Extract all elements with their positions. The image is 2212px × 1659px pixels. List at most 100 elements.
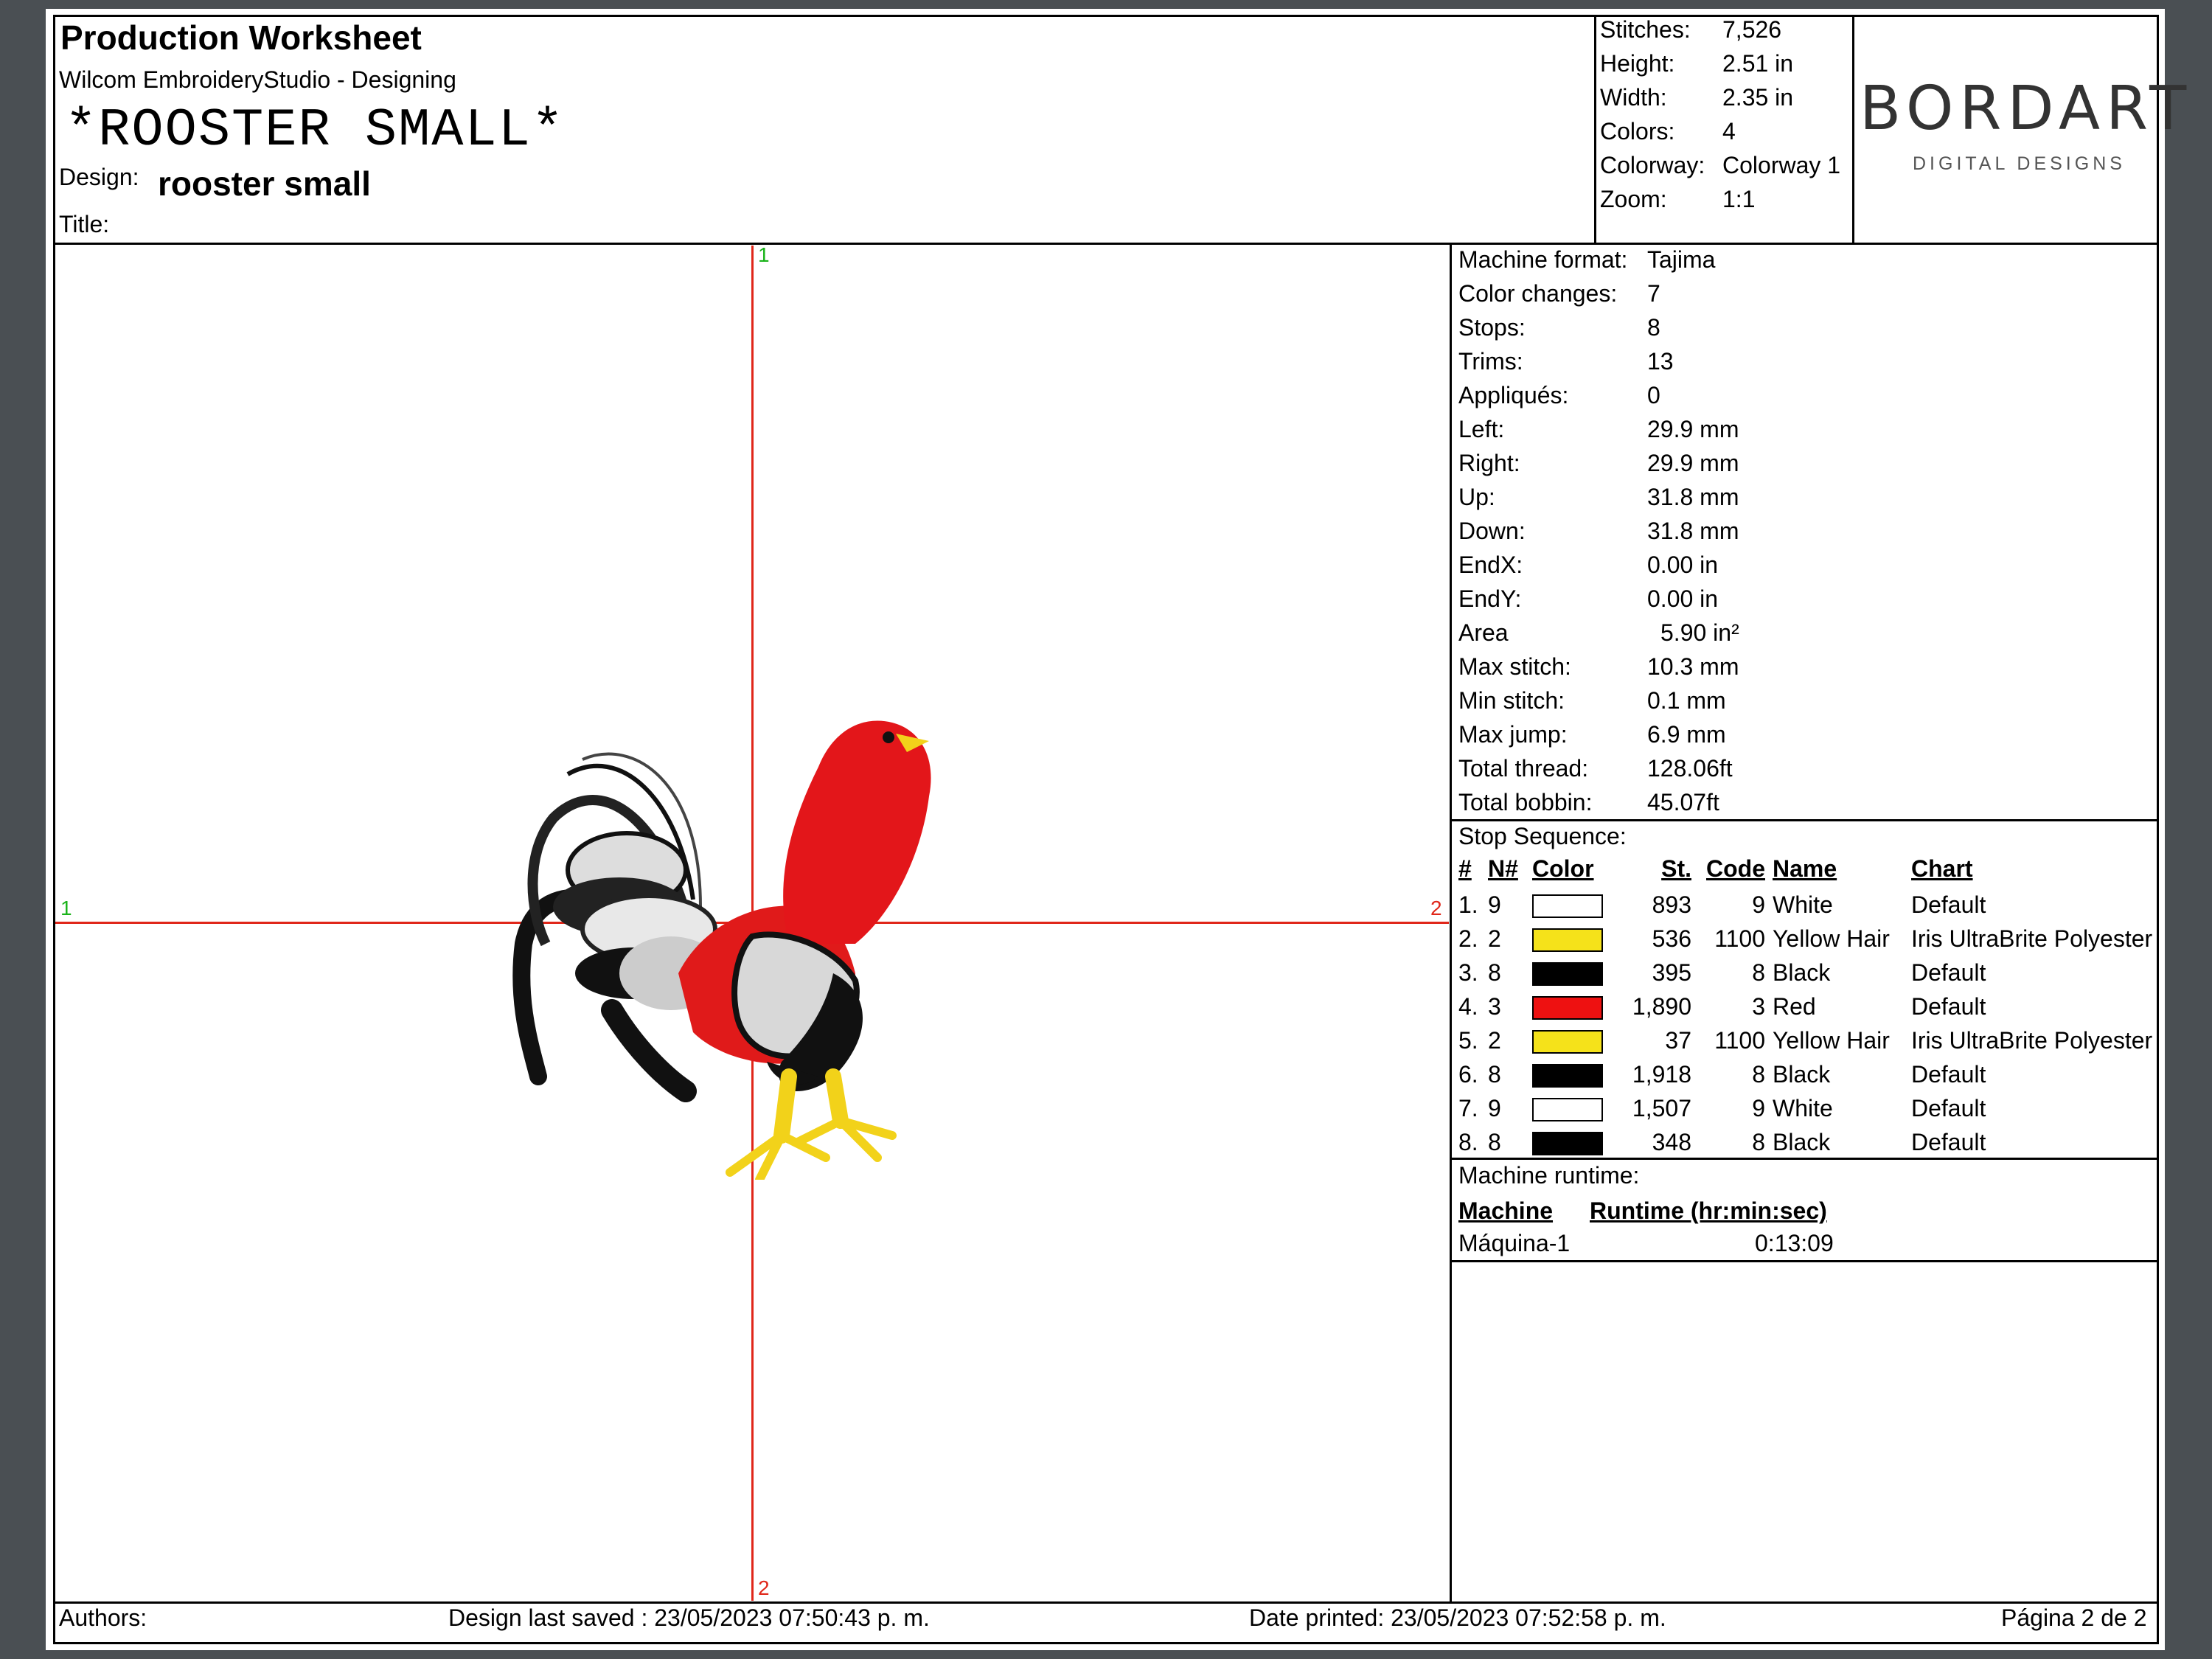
row-code: 1100 bbox=[1714, 1026, 1765, 1054]
row-chart: Default bbox=[1911, 1094, 1986, 1121]
row-needle: 3 bbox=[1488, 992, 1501, 1020]
row-needle: 8 bbox=[1488, 1060, 1501, 1088]
stop-sequence-title: Stop Sequence: bbox=[1458, 823, 1627, 849]
machine-info-value: 29.9 mm bbox=[1647, 416, 1739, 442]
summary-label: Zoom: bbox=[1600, 186, 1667, 212]
row-needle: 9 bbox=[1488, 1094, 1501, 1121]
machine-info-value: 0.00 in bbox=[1647, 585, 1719, 612]
machine-info-value: 5.90 in² bbox=[1660, 619, 1739, 646]
rooster-embroidery-image bbox=[512, 720, 931, 1180]
machine-info-value: 8 bbox=[1647, 314, 1660, 341]
machine-info-value: 29.9 mm bbox=[1647, 450, 1739, 476]
summary-label: Width: bbox=[1600, 84, 1667, 111]
header-divider bbox=[53, 243, 2159, 245]
row-chart: Default bbox=[1911, 959, 1986, 986]
row-chart: Iris UltraBrite Polyester bbox=[1911, 1026, 2153, 1054]
row-index: 5. bbox=[1458, 1026, 1478, 1054]
stop-sequence-table: # N# Color St. Code Name Chart 1. 9 893 9 Wh… bbox=[1458, 854, 2152, 1159]
row-thread-name: Red bbox=[1773, 992, 1816, 1020]
row-thread-name: Yellow Hair bbox=[1773, 1026, 1890, 1054]
row-chart: Default bbox=[1911, 1060, 1986, 1088]
machine-info-label: Area bbox=[1458, 619, 1509, 646]
row-chart: Default bbox=[1911, 1128, 1986, 1155]
machine-info-value: Tajima bbox=[1647, 246, 1716, 273]
panel-divider bbox=[1450, 243, 1452, 1603]
row-code: 9 bbox=[1752, 891, 1765, 918]
design-name: rooster small bbox=[158, 164, 371, 203]
machine-info-label: Up: bbox=[1458, 484, 1495, 510]
design-banner: *ROOSTER SMALL* bbox=[65, 100, 566, 161]
row-stitches: 1,918 bbox=[1632, 1060, 1691, 1088]
design-label: Design: bbox=[59, 164, 139, 190]
col-stitches: St. bbox=[1661, 855, 1691, 882]
color-swatch bbox=[1532, 928, 1603, 953]
machine-info-value: 0.00 in bbox=[1647, 552, 1719, 578]
machine-info-label: Trims: bbox=[1458, 348, 1523, 375]
machine-info-value: 128.06ft bbox=[1647, 755, 1733, 782]
stop-sequence-row: 3. 8 395 8 Black Default bbox=[1458, 956, 2152, 990]
machine-info-label: Max stitch: bbox=[1458, 653, 1571, 680]
col-chart: Chart bbox=[1911, 855, 1973, 882]
summary-label: Stitches: bbox=[1600, 16, 1691, 43]
stop-sequence-row: 2. 2 536 1100 Yellow Hair Iris UltraBrite Pol… bbox=[1458, 922, 2152, 956]
runtime-col-runtime: Runtime (hr:min:sec) bbox=[1590, 1197, 1827, 1224]
color-swatch bbox=[1532, 894, 1603, 919]
summary-value: 7,526 bbox=[1722, 16, 1782, 43]
runtime-col-machine: Machine bbox=[1458, 1197, 1554, 1224]
stop-sequence-row: 8. 8 348 8 Black Default bbox=[1458, 1125, 2152, 1159]
machine-info-label: Right: bbox=[1458, 450, 1520, 476]
machine-info-value: 13 bbox=[1647, 348, 1674, 375]
summary-value: 2.35 in bbox=[1722, 84, 1794, 111]
machine-info-value: 31.8 mm bbox=[1647, 518, 1739, 544]
logo-tagline: DIGITAL DESIGNS bbox=[1913, 153, 2126, 174]
row-thread-name: Black bbox=[1773, 959, 1831, 986]
machine-info-value: 10.3 mm bbox=[1647, 653, 1739, 680]
machine-info-label: Total thread: bbox=[1458, 755, 1589, 782]
machine-info-value: 0.1 mm bbox=[1647, 687, 1726, 714]
summary-divider-left bbox=[1594, 15, 1596, 243]
axis-right-label: 2 bbox=[1430, 897, 1442, 919]
stop-sequence-row: 6. 8 1,918 8 Black Default bbox=[1458, 1057, 2152, 1091]
color-swatch bbox=[1532, 1064, 1603, 1088]
software-name: Wilcom EmbroideryStudio - Designing bbox=[59, 66, 456, 93]
row-color-swatch bbox=[1532, 888, 1610, 922]
color-swatch bbox=[1532, 1030, 1603, 1054]
row-color-swatch bbox=[1532, 956, 1610, 990]
summary-value: Colorway 1 bbox=[1722, 152, 1841, 178]
row-needle: 2 bbox=[1488, 1026, 1501, 1054]
summary-label: Colorway: bbox=[1600, 152, 1705, 178]
footer-page-number: Página 2 de 2 bbox=[2001, 1604, 2147, 1631]
row-code: 3 bbox=[1752, 992, 1765, 1020]
stop-sequence-row: 1. 9 893 9 White Default bbox=[1458, 888, 2152, 922]
row-stitches: 37 bbox=[1665, 1026, 1691, 1054]
logo-wordmark: BORDART bbox=[1860, 74, 2193, 144]
machine-info-value: 0 bbox=[1647, 382, 1660, 408]
machine-info-label: EndY: bbox=[1458, 585, 1522, 612]
summary-divider-right bbox=[1852, 15, 1854, 243]
footer-date-printed: Date printed: 23/05/2023 07:52:58 p. m. bbox=[1249, 1604, 1666, 1631]
machine-info-value: 45.07ft bbox=[1647, 789, 1719, 815]
row-color-swatch bbox=[1532, 1023, 1610, 1057]
machine-info-label: Stops: bbox=[1458, 314, 1526, 341]
row-color-swatch bbox=[1532, 1125, 1610, 1159]
machine-info-value: 31.8 mm bbox=[1647, 484, 1739, 510]
machine-info-label: Down: bbox=[1458, 518, 1526, 544]
machine-info-label: Total bobbin: bbox=[1458, 789, 1593, 815]
col-index: # bbox=[1458, 855, 1472, 882]
row-thread-name: Black bbox=[1773, 1060, 1831, 1088]
runtime-title: Machine runtime: bbox=[1458, 1162, 1640, 1189]
col-needle: N# bbox=[1488, 855, 1518, 882]
row-needle: 2 bbox=[1488, 925, 1501, 952]
machine-info-label: Max jump: bbox=[1458, 721, 1568, 748]
row-needle: 8 bbox=[1488, 1128, 1501, 1155]
summary-label: Colors: bbox=[1600, 118, 1675, 145]
row-thread-name: Yellow Hair bbox=[1773, 925, 1890, 952]
row-color-swatch bbox=[1532, 990, 1610, 1023]
runtime-machine: Máquina-1 bbox=[1458, 1230, 1571, 1256]
stop-sequence-header-row: # N# Color St. Code Name Chart bbox=[1458, 854, 2152, 888]
axis-bottom-label: 2 bbox=[758, 1576, 770, 1599]
machine-info-label: EndX: bbox=[1458, 552, 1523, 578]
row-color-swatch bbox=[1532, 1091, 1610, 1125]
machine-info-label: Left: bbox=[1458, 416, 1505, 442]
row-index: 3. bbox=[1458, 959, 1478, 986]
